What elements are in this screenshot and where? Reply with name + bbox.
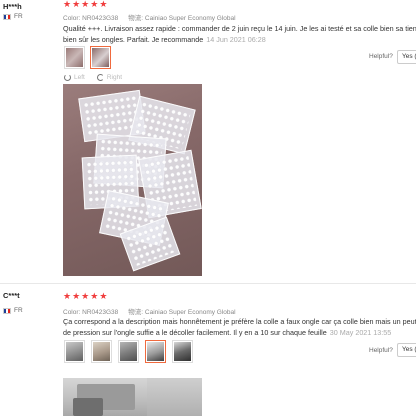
photo-thumbnails [64, 46, 111, 69]
rotate-right-label[interactable]: Right [107, 74, 122, 81]
star-icon: ★ [81, 291, 90, 301]
photo-thumbnail[interactable] [91, 340, 112, 363]
helpful-yes-button[interactable]: Yes ( [397, 50, 416, 64]
photo-thumbnail-active[interactable] [145, 340, 166, 363]
review-divider [0, 283, 416, 284]
helpful-label: Helpful? [369, 53, 393, 60]
review-meta: Color: NR0423G38 物流: Cainiao Super Econom… [63, 306, 236, 316]
product-color: Color: NR0423G38 [63, 309, 119, 316]
helpful-label: Helpful? [369, 347, 393, 354]
star-icon: ★ [99, 0, 108, 9]
star-icon: ★ [72, 291, 81, 301]
star-icon: ★ [90, 291, 99, 301]
helpful-yes-button[interactable]: Yes ( [397, 343, 416, 357]
reviewer-name: H***h [3, 2, 22, 11]
star-icon: ★ [72, 0, 81, 9]
review-item: H***h FR ★ ★ ★ ★ ★ Color: NR0423G38 物流: C… [0, 0, 416, 283]
review-date: 30 May 2021 13:55 [329, 327, 392, 337]
shipping-method: 物流: Cainiao Super Economy Global [128, 15, 236, 22]
photo-object [147, 378, 202, 416]
reviewer-country: FR [3, 307, 23, 314]
france-flag-icon [3, 13, 11, 20]
photo-thumbnail[interactable] [172, 340, 193, 363]
star-icon: ★ [81, 0, 90, 9]
photo-thumbnails [64, 340, 193, 363]
reviewer-name: C***t [3, 291, 20, 300]
reviewer-country: FR [3, 13, 23, 20]
review-text: Ça correspond a la description mais honn… [63, 317, 416, 338]
product-color: Color: NR0423G38 [63, 15, 119, 22]
star-icon: ★ [63, 0, 72, 9]
shipping-method: 物流: Cainiao Super Economy Global [128, 309, 236, 316]
country-code: FR [14, 307, 23, 314]
review-text: Qualité +++. Livraison assez rapide : co… [63, 24, 416, 45]
review-meta: Color: NR0423G38 物流: Cainiao Super Econom… [63, 12, 236, 22]
star-rating: ★ ★ ★ ★ ★ [63, 292, 107, 301]
photo-thumbnail[interactable] [118, 340, 139, 363]
review-item: C***t FR ★ ★ ★ ★ ★ Color: NR0423G38 物流: C… [0, 288, 416, 416]
france-flag-icon [3, 307, 11, 314]
star-icon: ★ [90, 0, 99, 9]
rotate-right-icon[interactable] [96, 74, 104, 81]
review-date: 14 Jun 2021 06:28 [206, 34, 266, 44]
review-photo[interactable] [63, 378, 202, 416]
star-icon: ★ [63, 291, 72, 301]
photo-object [73, 398, 103, 416]
star-icon: ★ [99, 291, 108, 301]
country-code: FR [14, 13, 23, 20]
rotate-left-icon[interactable] [64, 74, 71, 81]
review-photo[interactable] [63, 84, 202, 276]
rotate-controls: Left Right [64, 74, 122, 81]
photo-thumbnail[interactable] [64, 46, 85, 69]
rotate-left-label[interactable]: Left [74, 74, 85, 81]
photo-thumbnail-active[interactable] [90, 46, 111, 69]
star-rating: ★ ★ ★ ★ ★ [63, 0, 107, 9]
photo-thumbnail[interactable] [64, 340, 85, 363]
